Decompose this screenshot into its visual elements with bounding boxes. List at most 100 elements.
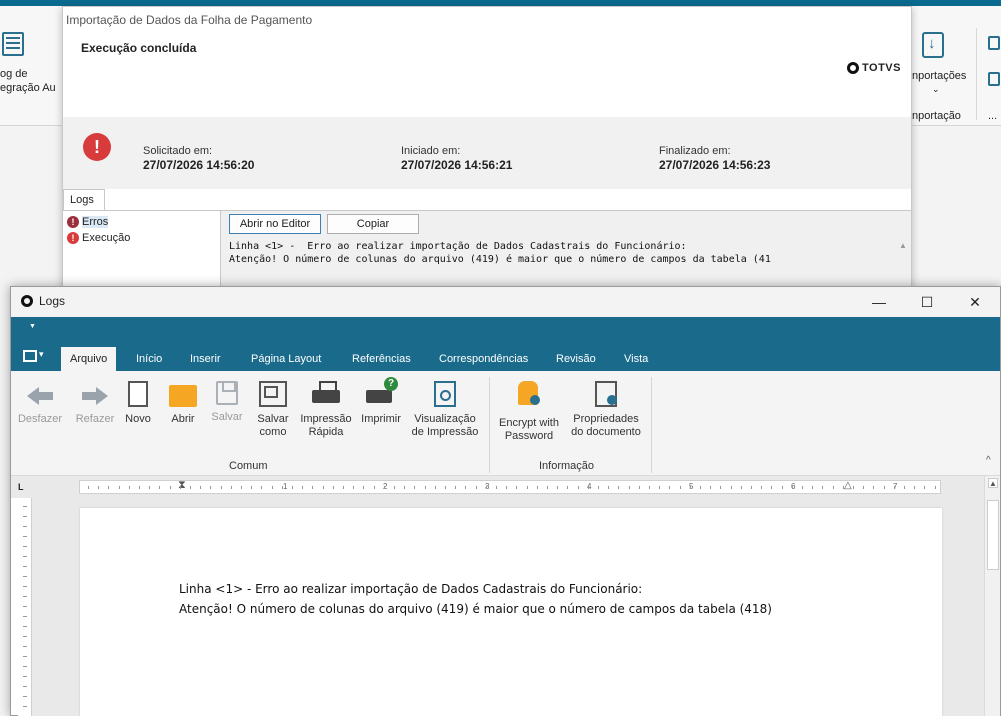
document-page[interactable]: Linha <1> - Erro ao realizar importação … bbox=[80, 508, 942, 716]
tab-pagina-layout[interactable]: Página Layout bbox=[242, 347, 330, 371]
document-properties-icon bbox=[595, 381, 617, 407]
divider bbox=[976, 28, 977, 120]
quick-print-label-2: Rápida bbox=[308, 426, 344, 438]
horizontal-ruler[interactable]: 1 2 3 4 5 6 7 ⧗ △ bbox=[79, 479, 941, 494]
ruler-tick bbox=[700, 486, 701, 489]
execution-status: Execução concluída bbox=[81, 41, 197, 55]
minimize-button[interactable]: — bbox=[859, 291, 899, 313]
ruler-tick bbox=[23, 576, 27, 577]
ruler-tick bbox=[404, 486, 406, 489]
document-line: Linha <1> - Erro ao realizar importação … bbox=[179, 582, 643, 596]
tab-logs[interactable]: Logs bbox=[63, 189, 105, 211]
finished-label: Finalizado em: bbox=[659, 145, 731, 157]
open-label: Abrir bbox=[171, 413, 195, 425]
totvs-logo-text: TOTVS bbox=[862, 62, 901, 74]
ruler-tick bbox=[781, 486, 783, 489]
ruler-tick bbox=[536, 486, 538, 489]
integration-log-label-1: og de bbox=[0, 68, 28, 80]
ruler-tick bbox=[842, 486, 844, 489]
tree-item-errors[interactable]: ! Erros bbox=[67, 214, 216, 230]
ruler-tick bbox=[210, 486, 212, 489]
save-as-button[interactable]: Salvar como bbox=[251, 381, 295, 439]
maximize-button[interactable]: ☐ bbox=[907, 291, 947, 313]
error-icon: ! bbox=[67, 232, 79, 244]
ruler-tick bbox=[679, 486, 681, 489]
tree-item-execution[interactable]: ! Execução bbox=[67, 230, 216, 246]
ruler-tick bbox=[853, 486, 854, 489]
dialog-title: Importação de Dados da Folha de Pagament… bbox=[66, 13, 313, 27]
ruler-tick bbox=[139, 486, 140, 489]
save-label: Salvar bbox=[211, 411, 243, 423]
ruler-tick bbox=[822, 486, 824, 489]
ruler-tick bbox=[261, 486, 263, 489]
ribbon-panel: Desfazer Refazer Novo Abrir Salvar Salva… bbox=[11, 371, 1000, 476]
scroll-up-icon[interactable]: ▲ bbox=[988, 478, 998, 488]
tab-referencias[interactable]: Referências bbox=[343, 347, 420, 371]
tab-vista[interactable]: Vista bbox=[615, 347, 657, 371]
ruler-tick bbox=[802, 486, 803, 489]
imports-button-label[interactable]: nportações bbox=[912, 70, 966, 82]
tab-correspondencias[interactable]: Correspondências bbox=[430, 347, 537, 371]
quick-print-button[interactable]: Impressão Rápida bbox=[297, 381, 355, 439]
new-button[interactable]: Novo bbox=[121, 381, 155, 426]
redo-icon bbox=[82, 381, 108, 407]
tree-item-label: Erros bbox=[82, 216, 109, 228]
undo-button[interactable]: Desfazer bbox=[11, 381, 69, 426]
copy-button[interactable]: Copiar bbox=[327, 214, 419, 234]
group-label-information: Informação bbox=[539, 460, 595, 472]
scrollbar-thumb[interactable] bbox=[987, 500, 999, 570]
ruler-tick bbox=[587, 486, 589, 489]
ruler-tick bbox=[312, 486, 314, 489]
quick-access-dropdown-icon[interactable]: ▼ bbox=[29, 323, 36, 330]
document-area: Linha <1> - Erro ao realizar importação … bbox=[32, 498, 984, 716]
ruler-tick bbox=[638, 486, 640, 489]
vertical-scrollbar[interactable]: ▲ bbox=[984, 476, 1000, 716]
ruler-tick bbox=[23, 666, 27, 667]
import-group-label: nportação bbox=[912, 110, 961, 122]
chevron-down-icon[interactable]: ⌄ bbox=[932, 84, 940, 95]
right-indent-marker-icon[interactable]: △ bbox=[844, 480, 852, 491]
import-icon[interactable] bbox=[922, 32, 944, 58]
ruler-tick bbox=[720, 486, 722, 489]
tab-inicio[interactable]: Início bbox=[127, 347, 171, 371]
document-properties-button[interactable]: Propriedades do documento bbox=[565, 381, 647, 439]
ruler-tick bbox=[506, 486, 508, 489]
ruler-tick bbox=[23, 506, 27, 507]
import-small-icon-2[interactable] bbox=[988, 72, 1000, 86]
print-preview-button[interactable]: Visualização de Impressão bbox=[407, 381, 483, 439]
integration-log-button[interactable]: og de egração Au bbox=[0, 24, 62, 114]
document-text[interactable]: Linha <1> - Erro ao realizar importação … bbox=[179, 579, 772, 619]
tab-arquivo[interactable]: Arquivo bbox=[61, 347, 117, 371]
ruler-tick bbox=[485, 486, 487, 489]
ruler-tick bbox=[169, 486, 171, 489]
close-button[interactable]: ✕ bbox=[955, 291, 995, 313]
ruler-tick bbox=[23, 676, 27, 677]
ruler-tick bbox=[23, 696, 27, 697]
ruler-tick bbox=[689, 486, 691, 489]
print-options-icon bbox=[366, 377, 398, 407]
ruler-tick bbox=[424, 486, 426, 489]
import-dialog: Importação de Dados da Folha de Pagament… bbox=[62, 6, 912, 291]
ruler-tick bbox=[23, 526, 27, 527]
log-text-area[interactable]: Linha <1> - Erro ao realizar importação … bbox=[229, 240, 905, 266]
open-button[interactable]: Abrir bbox=[163, 381, 203, 426]
ruler-tick bbox=[23, 586, 27, 587]
ruler-tick bbox=[608, 486, 610, 489]
app-menu-icon[interactable] bbox=[23, 349, 44, 362]
group-label-common: Comum bbox=[229, 460, 268, 472]
collapse-ribbon-icon[interactable]: ^ bbox=[986, 455, 991, 466]
save-as-icon bbox=[259, 381, 287, 407]
tab-stop-selector[interactable]: L bbox=[18, 482, 28, 492]
scroll-up-icon[interactable]: ▲ bbox=[899, 241, 907, 250]
save-button[interactable]: Salvar bbox=[207, 381, 247, 424]
tab-inserir[interactable]: Inserir bbox=[181, 347, 230, 371]
encrypt-with-password-button[interactable]: Encrypt with Password bbox=[493, 381, 565, 443]
import-small-icon[interactable] bbox=[988, 36, 1000, 50]
open-in-editor-button[interactable]: Abrir no Editor bbox=[229, 214, 321, 234]
print-preview-label: Visualização bbox=[414, 413, 476, 425]
tab-revisao[interactable]: Revisão bbox=[547, 347, 605, 371]
requested-value: 27/07/2026 14:56:20 bbox=[143, 158, 255, 172]
redo-button[interactable]: Refazer bbox=[69, 381, 121, 426]
ruler-tick bbox=[873, 486, 875, 489]
print-button[interactable]: Imprimir bbox=[357, 377, 405, 426]
